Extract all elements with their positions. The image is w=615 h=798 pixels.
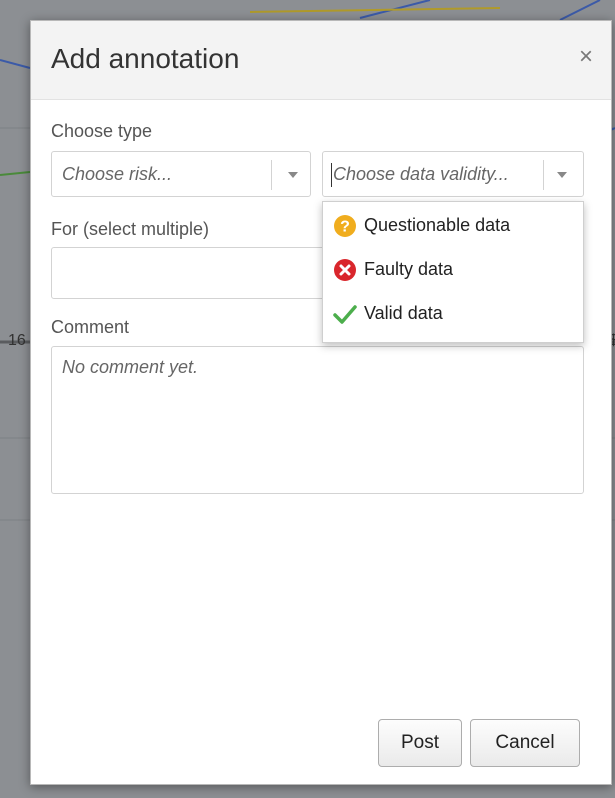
dialog-title: Add annotation <box>51 43 240 74</box>
data-validity-dropdown: ? Questionable data Faulty data Valid da… <box>322 201 584 343</box>
option-label: Valid data <box>364 303 443 323</box>
for-label: For (select multiple) <box>51 219 210 239</box>
risk-select[interactable]: Choose risk... <box>51 151 311 197</box>
post-button[interactable]: Post <box>378 719 462 767</box>
comment-textarea[interactable]: No comment yet. <box>51 346 584 494</box>
error-icon <box>334 259 356 281</box>
risk-select-placeholder: Choose risk... <box>62 164 173 184</box>
data-validity-select-placeholder: Choose data validity... <box>333 164 509 184</box>
close-icon[interactable]: × <box>579 45 593 69</box>
axis-tick-label: 16 <box>8 332 26 349</box>
cancel-button[interactable]: Cancel <box>470 719 580 767</box>
dialog-header: Add annotation × <box>31 21 611 100</box>
select-divider <box>271 160 272 190</box>
text-cursor <box>331 163 332 187</box>
svg-text:?: ? <box>340 219 350 236</box>
choose-type-label: Choose type <box>51 121 153 141</box>
option-label: Questionable data <box>364 215 511 235</box>
option-questionable-data[interactable]: ? Questionable data <box>333 212 578 242</box>
chevron-down-icon[interactable] <box>288 172 298 178</box>
data-validity-select[interactable]: Choose data validity... <box>322 151 584 197</box>
comment-placeholder: No comment yet. <box>62 357 199 377</box>
option-faulty-data[interactable]: Faulty data <box>333 256 578 286</box>
question-icon: ? <box>334 215 356 237</box>
add-annotation-dialog: Add annotation × Choose type Choose risk… <box>30 20 612 785</box>
chevron-down-icon[interactable] <box>557 172 567 178</box>
comment-label: Comment <box>51 317 130 337</box>
check-icon <box>333 305 357 324</box>
option-valid-data[interactable]: Valid data <box>333 300 578 330</box>
select-divider <box>543 160 544 190</box>
option-label: Faulty data <box>364 259 454 279</box>
